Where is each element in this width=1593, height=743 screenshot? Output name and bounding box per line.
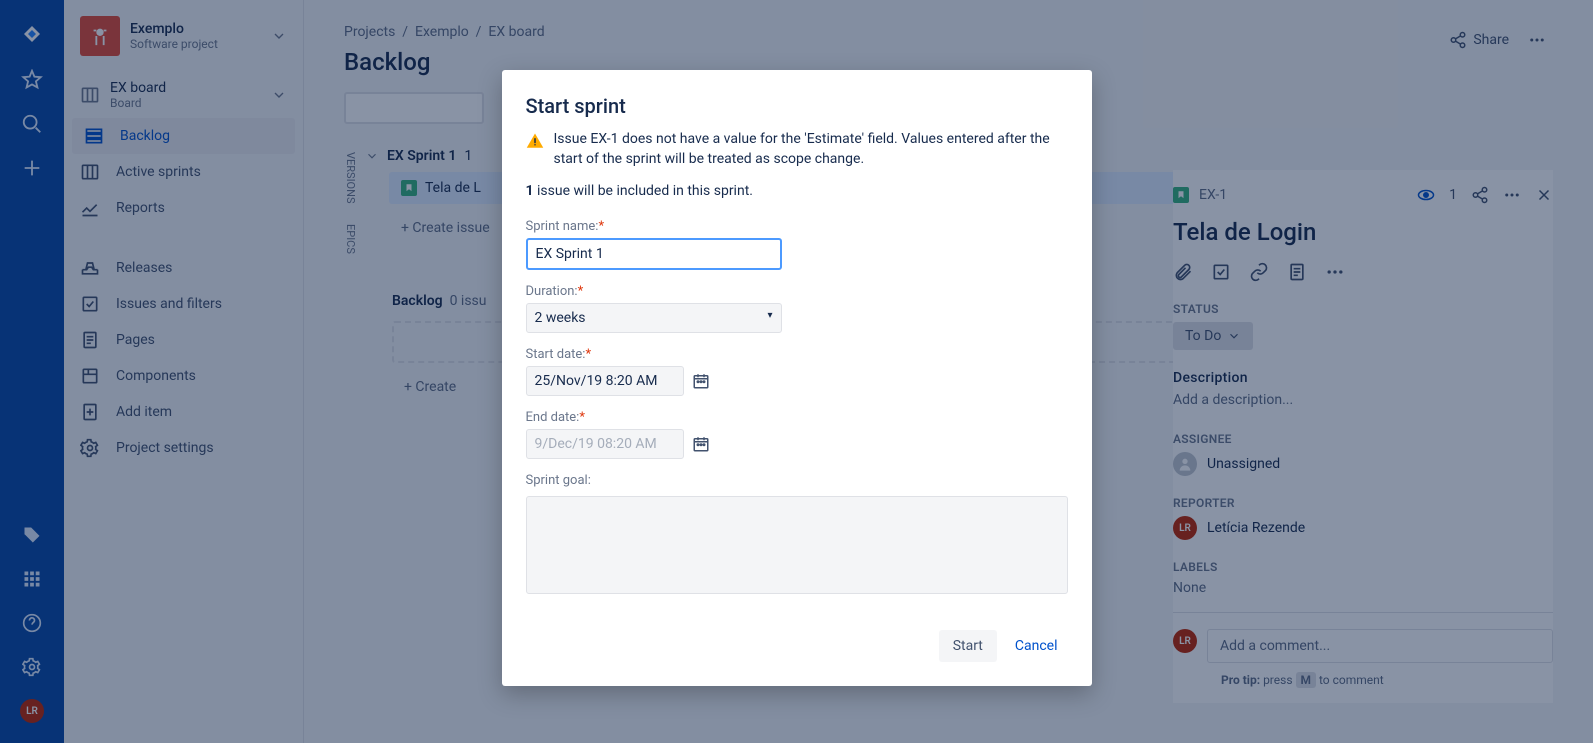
- sprint-name-input[interactable]: [526, 238, 782, 270]
- warning-text: Issue EX-1 does not have a value for the…: [554, 130, 1068, 169]
- sprint-goal-label: Sprint goal:: [526, 473, 1068, 488]
- include-count-number: 1: [526, 183, 534, 199]
- sprint-include-count: 1 issue will be included in this sprint.: [526, 183, 1068, 199]
- modal-body: Issue EX-1 does not have a value for the…: [502, 130, 1092, 614]
- modal-title: Start sprint: [526, 94, 1068, 118]
- modal-overlay[interactable]: Start sprint Issue EX-1 does not have a …: [0, 0, 1593, 743]
- end-date-input: [526, 429, 684, 459]
- start-button[interactable]: Start: [939, 630, 997, 662]
- cancel-button[interactable]: Cancel: [1005, 630, 1068, 662]
- duration-label: Duration:*: [526, 284, 1068, 299]
- sprint-name-label: Sprint name:*: [526, 219, 1068, 234]
- sprint-goal-textarea[interactable]: [526, 496, 1068, 594]
- include-count-text: issue will be included in this sprint.: [534, 183, 753, 199]
- start-date-input[interactable]: [526, 366, 684, 396]
- calendar-icon[interactable]: [692, 372, 710, 390]
- warning-icon: [526, 132, 544, 150]
- start-date-label: Start date:*: [526, 347, 1068, 362]
- calendar-icon[interactable]: [692, 435, 710, 453]
- start-sprint-modal: Start sprint Issue EX-1 does not have a …: [502, 70, 1092, 686]
- duration-select[interactable]: 2 weeks: [526, 303, 782, 333]
- warning-message: Issue EX-1 does not have a value for the…: [526, 130, 1068, 169]
- modal-footer: Start Cancel: [502, 614, 1092, 686]
- end-date-label: End date:*: [526, 410, 1068, 425]
